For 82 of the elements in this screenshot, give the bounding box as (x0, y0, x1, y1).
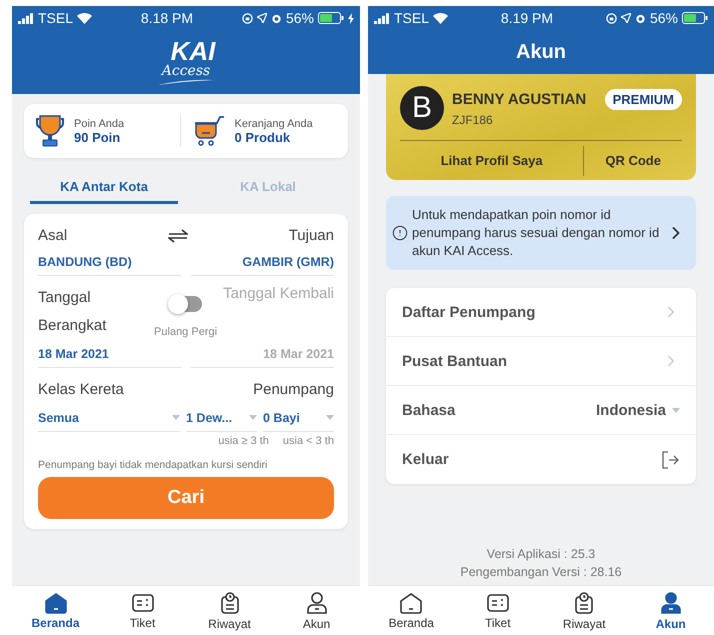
trophy-icon (36, 114, 64, 148)
wifi-icon (433, 12, 448, 24)
home-icon (399, 592, 424, 614)
membership-badge: PREMIUM (604, 89, 682, 110)
caret-icon (672, 408, 680, 412)
tab[interactable]: KA Antar Kota (30, 172, 178, 204)
swap-icon[interactable] (168, 229, 188, 243)
caret-icon (326, 415, 334, 420)
nav-tab[interactable]: Akun (628, 586, 714, 635)
caret-icon (172, 415, 180, 420)
summary-label: Keranjang Anda (234, 118, 313, 130)
field-label: Kelas Kereta (38, 380, 124, 400)
profile-action[interactable]: QR Code (583, 146, 682, 176)
home-icon (44, 592, 68, 614)
field-label: Asal (38, 226, 68, 246)
profile-action[interactable]: Lihat Profil Saya (400, 146, 584, 176)
logout-icon (660, 450, 680, 470)
adult-select[interactable]: 1 Dew... (186, 404, 257, 432)
person-icon (658, 590, 683, 614)
nav-tab[interactable]: Akun (273, 586, 360, 635)
charging-icon (348, 12, 354, 24)
infant-note: Penumpang bayi tidak mendapatkan kursi sendiri (38, 459, 268, 471)
version-text: Pengembangan Versi : 28.16 (460, 564, 622, 581)
status-time: 8.18 PM (140, 10, 194, 26)
notice-text: Untuk mendapatkan poin nomor id penumpang harus sesuai dengan nomor id akun KAI Access. (412, 206, 660, 260)
menu-item[interactable]: Bahasa Indonesia (386, 386, 696, 435)
rotation-lock-icon (606, 12, 617, 24)
departure-date-field[interactable]: 18 Mar 2021 (38, 340, 181, 368)
wifi-icon (77, 12, 92, 24)
alarm-icon (634, 12, 646, 24)
user-id: ZJF186 (452, 113, 494, 127)
info-icon (392, 225, 408, 241)
rotation-lock-icon (242, 12, 253, 24)
logo-title: KAI (170, 39, 216, 63)
menu-item[interactable]: Daftar Penumpang (386, 288, 696, 337)
notice-banner[interactable]: Untuk mendapatkan poin nomor id penumpang harus sesuai dengan nomor id akun KAI Access. (386, 196, 696, 270)
version-text: Versi Aplikasi : 25.3 (486, 546, 596, 563)
nav-tab[interactable]: Tiket (99, 586, 186, 635)
field-label: Tanggal Berangkat (38, 288, 108, 336)
signal-icon (374, 12, 390, 24)
user-name: BENNY AGUSTIAN (452, 91, 586, 108)
menu-value: Indonesia (596, 402, 666, 418)
avatar: B (400, 86, 444, 130)
field-label: Tanggal Kembali (223, 284, 334, 304)
infant-select[interactable]: 0 Bayi (263, 404, 334, 432)
carrier-name: TSEL (394, 10, 430, 26)
origin-field[interactable]: BANDUNG (BD) (38, 248, 181, 276)
nav-tab[interactable]: Riwayat (541, 586, 628, 635)
round-trip-switch[interactable] (170, 296, 202, 312)
signal-icon (18, 12, 34, 24)
destination-field[interactable]: GAMBIR (GMR) (191, 248, 334, 276)
alarm-icon (270, 12, 282, 24)
age-hint: usia ≥ 3 th (218, 435, 269, 447)
summary-value: 0 Produk (234, 130, 292, 144)
caret-icon (249, 415, 257, 420)
battery-percent: 56% (286, 10, 314, 26)
ticket-icon (130, 592, 154, 614)
switch-label: Pulang Pergi (154, 326, 218, 338)
summary-label: Poin Anda (74, 118, 124, 130)
person-icon (304, 590, 328, 614)
summary-value: 90 Poin (74, 130, 122, 144)
menu-item[interactable]: Pusat Bantuan (386, 337, 696, 386)
nav-tab[interactable]: Tiket (454, 586, 541, 635)
logo-subtitle: Access (162, 63, 210, 79)
status-time: 8.19 PM (500, 10, 554, 26)
nav-tab[interactable]: Beranda (12, 586, 99, 635)
battery-icon (318, 12, 344, 24)
battery-percent: 56% (650, 10, 678, 26)
cart-icon (192, 115, 224, 147)
menu-item[interactable]: Keluar (386, 435, 696, 484)
battery-icon (682, 12, 708, 24)
nav-tab[interactable]: Riwayat (186, 586, 273, 635)
carrier-name: TSEL (38, 10, 74, 26)
location-icon (620, 13, 631, 23)
location-icon (256, 13, 267, 23)
age-hint: usia < 3 th (282, 435, 334, 447)
screen-title: Akun (515, 40, 567, 64)
class-select[interactable]: Semua (38, 404, 180, 432)
ticket-icon (486, 592, 510, 614)
field-label: Tujuan (288, 226, 334, 246)
field-label: Penumpang (253, 380, 334, 400)
nav-tab[interactable]: Beranda (368, 586, 454, 635)
